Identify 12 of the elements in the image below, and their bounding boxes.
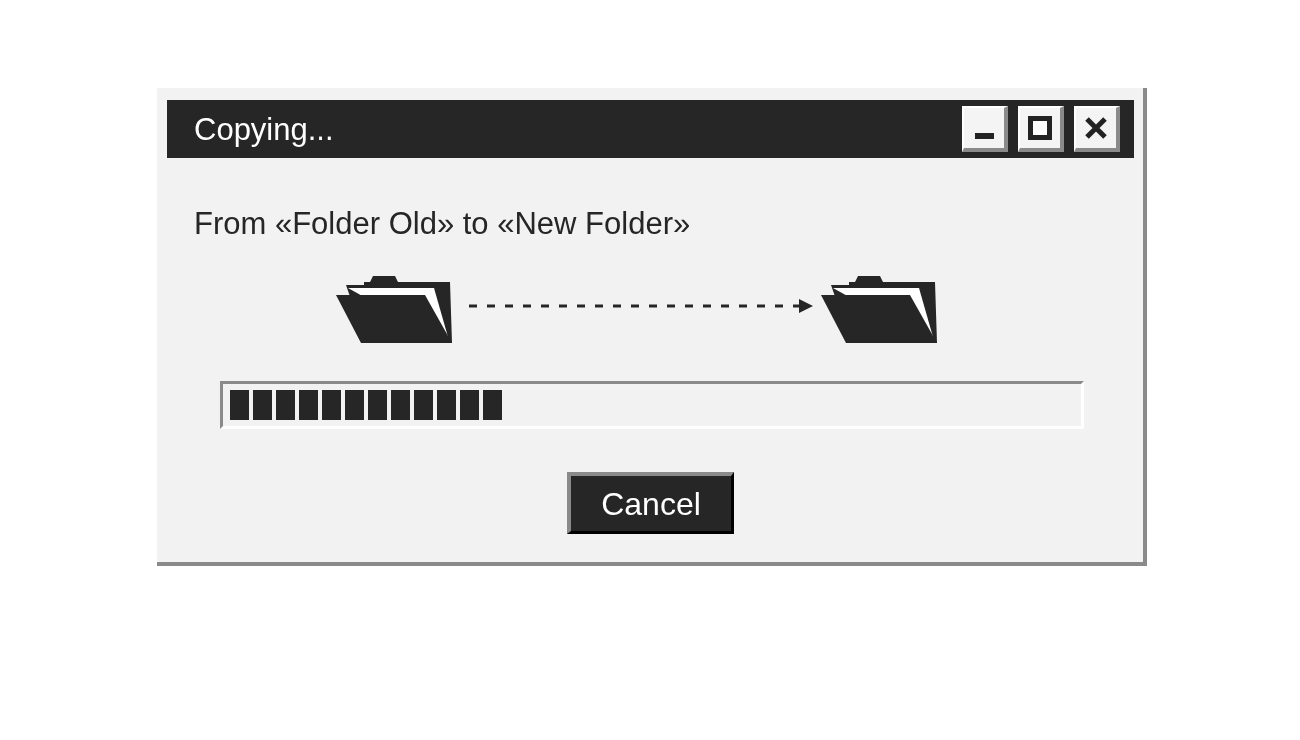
window-title: Copying... [194, 113, 334, 145]
copy-message: From «Folder Old» to «New Folder» [194, 206, 691, 241]
maximize-button[interactable] [1018, 106, 1064, 152]
maximize-icon [1028, 116, 1052, 140]
cancel-button[interactable]: Cancel [567, 472, 734, 534]
minimize-button[interactable] [962, 106, 1008, 152]
close-icon [1085, 117, 1107, 139]
dashed-arrow-icon [468, 299, 813, 313]
minimize-icon [974, 133, 994, 139]
folder-icon [336, 275, 454, 343]
folder-icon [821, 275, 939, 343]
close-button[interactable] [1074, 106, 1120, 152]
